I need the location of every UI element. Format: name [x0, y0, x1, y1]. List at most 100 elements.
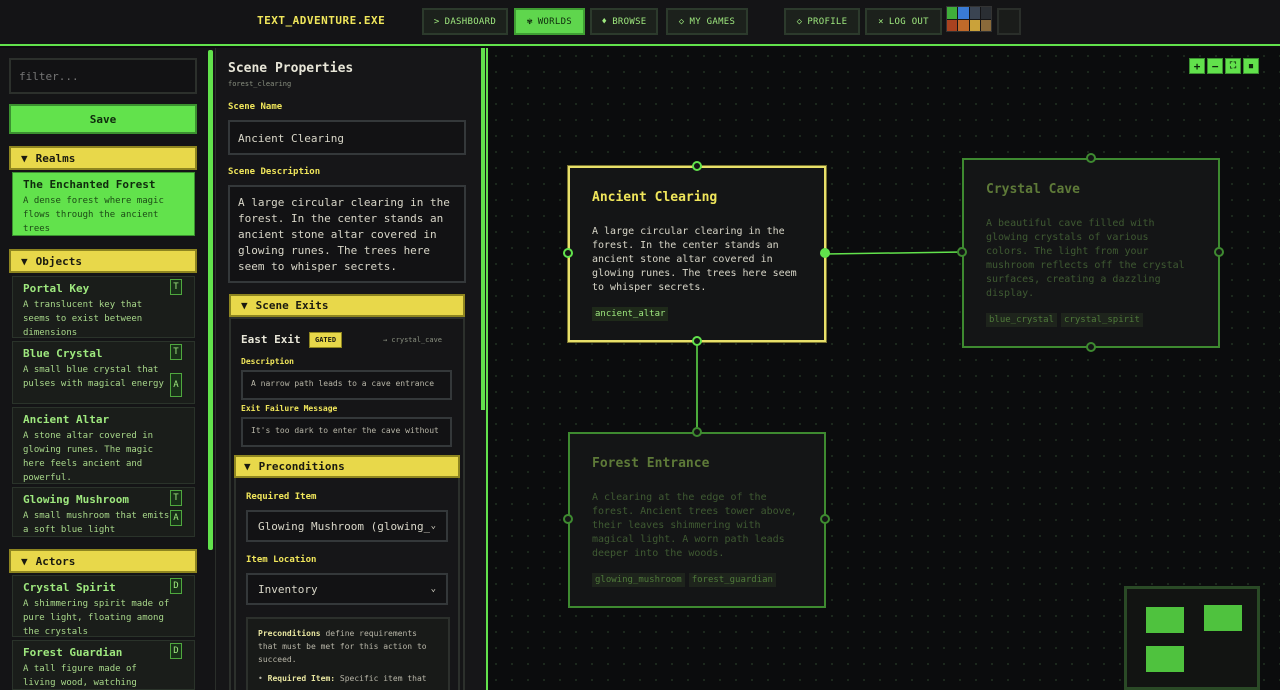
realm-item-desc: A dense forest where magic flows through…	[23, 196, 164, 234]
node-title: Crystal Cave	[986, 182, 1080, 197]
port-left[interactable]	[563, 248, 573, 258]
theme-swatch[interactable]	[947, 7, 958, 19]
node-tag[interactable]: crystal_spirit	[1061, 313, 1143, 327]
exit-description-label: Description	[241, 357, 294, 366]
nav-browse-button[interactable]: ♦ BROWSE	[590, 8, 658, 35]
triangle-down-icon: ▼	[21, 151, 28, 165]
realm-item[interactable]: The Enchanted Forest A dense forest wher…	[12, 172, 195, 236]
port-left[interactable]	[563, 514, 573, 524]
scene-node-forest-entrance[interactable]: Forest Entrance A clearing at the edge o…	[563, 427, 830, 608]
exit-failure-label: Exit Failure Message	[241, 404, 338, 413]
scene-exits-header[interactable]: ▼ Scene Exits	[229, 294, 465, 317]
object-badge: T	[170, 490, 182, 506]
actor-item[interactable]: Forest Guardian A tall figure made of li…	[12, 640, 195, 690]
actor-item-name: Crystal Spirit	[23, 581, 116, 594]
nav-my-games-button[interactable]: ◇ MY GAMES	[666, 8, 748, 35]
actor-badge: D	[170, 643, 182, 659]
properties-panel: Scene Properties forest_clearing Scene N…	[216, 48, 488, 690]
nav-logout-button[interactable]: × LOG OUT	[865, 8, 942, 35]
required-item-select[interactable]: Glowing Mushroom (glowing_ ⌄	[246, 510, 448, 542]
preconditions-label: Preconditions	[258, 460, 345, 473]
theme-swatch[interactable]	[958, 7, 969, 19]
port-top[interactable]	[692, 161, 702, 171]
nav-my-games-label: MY GAMES	[689, 16, 736, 27]
filter-input[interactable]	[9, 58, 197, 94]
preconditions-info: Preconditions define requirements that m…	[246, 617, 450, 690]
scene-name-field[interactable]: Ancient Clearing	[228, 120, 466, 155]
nav-dashboard-label: DASHBOARD	[444, 16, 497, 27]
port-bottom[interactable]	[1086, 342, 1096, 352]
object-badge: A	[170, 373, 182, 397]
actors-header-label: Actors	[35, 554, 76, 568]
object-item[interactable]: Blue Crystal A small blue crystal that p…	[12, 341, 195, 404]
sidebar-scrollbar[interactable]	[208, 50, 213, 550]
theme-swatch[interactable]	[980, 19, 991, 31]
nav-worlds-button[interactable]: ✾ WORLDS	[514, 8, 585, 35]
properties-scrollbar[interactable]	[481, 48, 485, 410]
port-top[interactable]	[692, 427, 702, 437]
minimap-node	[1146, 607, 1184, 633]
save-button[interactable]: Save	[9, 104, 197, 134]
exit-failure-field[interactable]: It's too dark to enter the cave without	[241, 417, 452, 447]
scene-description-label: Scene Description	[228, 167, 321, 177]
node-tag[interactable]: ancient_altar	[592, 307, 669, 321]
scene-node-crystal-cave[interactable]: Crystal Cave A beautiful cave filled wit…	[957, 153, 1224, 352]
actors-section-header[interactable]: ▼ Actors	[9, 549, 197, 573]
object-item[interactable]: Glowing Mushroom A small mushroom that e…	[12, 487, 195, 537]
objects-section-header[interactable]: ▼ Objects	[9, 249, 197, 273]
item-location-select[interactable]: Inventory ⌄	[246, 573, 448, 605]
triangle-down-icon: ▼	[241, 299, 248, 312]
info-bold: Preconditions	[258, 629, 321, 638]
triangle-down-icon: ▼	[21, 254, 28, 268]
actor-item-desc: A shimmering spirit made of pure light, …	[23, 599, 170, 637]
required-item-value: Glowing Mushroom (glowing_	[258, 519, 431, 533]
node-tag[interactable]: blue_crystal	[986, 313, 1058, 327]
theme-picker[interactable]	[946, 6, 992, 32]
port-top[interactable]	[1086, 153, 1096, 163]
minimap[interactable]	[1124, 586, 1260, 690]
object-badge: T	[170, 344, 182, 360]
globe-icon: ✾	[526, 16, 533, 27]
panel-title: Scene Properties	[228, 61, 354, 76]
object-item[interactable]: Portal Key A translucent key that seems …	[12, 276, 195, 338]
port-right[interactable]	[820, 514, 830, 524]
exit-description-field[interactable]: A narrow path leads to a cave entrance	[241, 370, 452, 400]
avatar[interactable]	[997, 8, 1021, 35]
object-item-desc: A small mushroom that emits a soft blue …	[23, 511, 170, 535]
theme-swatch[interactable]	[947, 19, 958, 31]
node-tag[interactable]: forest_guardian	[688, 573, 776, 587]
scene-canvas[interactable]: + − ⛶ ■ Ancient Clearing A large circula…	[488, 48, 1280, 690]
nav-dashboard-button[interactable]: > DASHBOARD	[422, 8, 508, 35]
chevron-down-icon: ⌄	[430, 521, 436, 531]
actor-badge: D	[170, 578, 182, 594]
actor-item[interactable]: Crystal Spirit A shimmering spirit made …	[12, 575, 195, 637]
close-icon: ×	[878, 16, 884, 27]
theme-swatch[interactable]	[969, 19, 980, 31]
user-icon: ◇	[796, 16, 803, 27]
triangle-down-icon: ▼	[244, 460, 251, 473]
port-left[interactable]	[957, 247, 967, 257]
node-description: A clearing at the edge of the forest. An…	[592, 492, 797, 559]
theme-swatch[interactable]	[958, 19, 969, 31]
scene-node-ancient-clearing[interactable]: Ancient Clearing A large circular cleari…	[563, 161, 830, 346]
theme-swatch[interactable]	[969, 7, 980, 19]
object-item-name: Portal Key	[23, 282, 90, 295]
object-item-desc: A small blue crystal that pulses with ma…	[23, 365, 164, 389]
theme-swatch[interactable]	[980, 7, 991, 19]
nav-profile-button[interactable]: ◇ PROFILE	[784, 8, 860, 35]
preconditions-header[interactable]: ▼ Preconditions	[234, 455, 460, 478]
port-right[interactable]	[1214, 247, 1224, 257]
scene-exits-label: Scene Exits	[255, 299, 329, 312]
port-bottom[interactable]	[692, 336, 702, 346]
actor-item-name: Forest Guardian	[23, 646, 123, 659]
gated-badge: GATED	[309, 332, 343, 348]
object-item[interactable]: Ancient Altar A stone altar covered in g…	[12, 407, 195, 484]
scene-description-field[interactable]: A large circular clearing in the forest.…	[228, 185, 466, 283]
node-tag[interactable]: glowing_mushroom	[592, 573, 685, 587]
realms-section-header[interactable]: ▼ Realms	[9, 146, 197, 170]
nav-browse-label: BROWSE	[612, 16, 647, 27]
port-right[interactable]	[820, 248, 830, 258]
chevron-right-icon: >	[433, 16, 440, 27]
sidebar: Save ▼ Realms The Enchanted Forest A den…	[0, 48, 216, 690]
app-title: TEXT_ADVENTURE.EXE	[257, 14, 386, 27]
